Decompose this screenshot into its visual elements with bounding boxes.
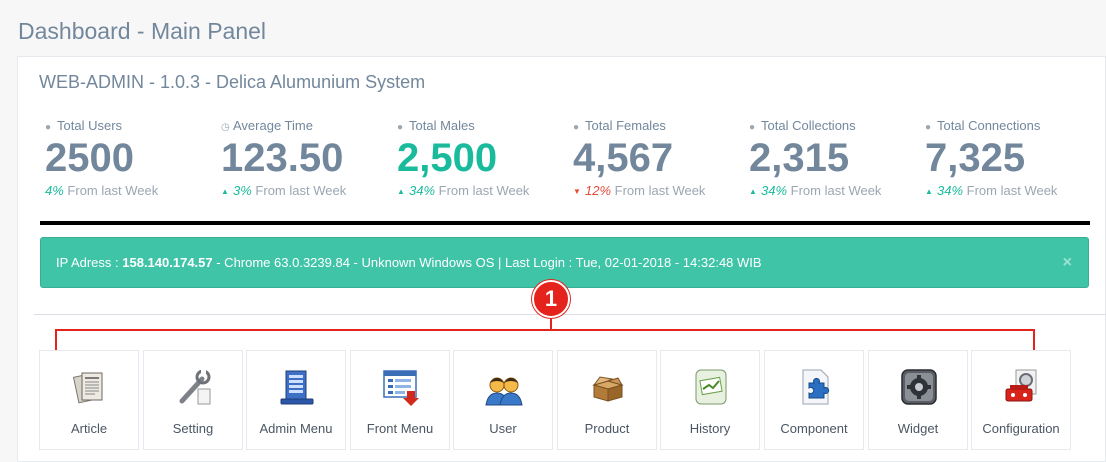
stat-pct: 34%	[409, 183, 436, 198]
clock-icon: ◷	[221, 122, 230, 133]
stat-total-females: ● Total Females 4,567 ▼ 12% From last Week	[573, 118, 749, 198]
stat-average-time: ◷ Average Time 123.50 ▲ 3% From last Week	[221, 118, 397, 198]
stat-label: Total Users	[57, 118, 123, 133]
user-icon: ●	[397, 122, 404, 133]
front-menu-icon	[383, 370, 419, 406]
stat-total-males: ● Total Males 2,500 ▲ 34% From last Week	[397, 118, 573, 198]
shortcut-product[interactable]: Product	[557, 350, 657, 450]
stat-foot-text: From last Week	[255, 183, 347, 198]
stats-row: ● Total Users 2500 4% From last Week ◷ Ave…	[18, 118, 1106, 208]
stat-value: 2,500	[397, 136, 498, 180]
shortcut-user[interactable]: User	[453, 350, 553, 450]
annotation-bracket-right	[1033, 329, 1035, 351]
panel-title: WEB-ADMIN - 1.0.3 - Delica Alumunium Sys…	[39, 72, 426, 92]
page-title: Dashboard - Main Panel	[18, 18, 267, 44]
shortcut-label: Article	[70, 421, 108, 436]
caret-up-icon: ▲	[221, 187, 229, 196]
configuration-icon	[1005, 369, 1037, 402]
stat-label: Total Females	[585, 118, 666, 133]
stat-pct: 34%	[937, 183, 964, 198]
user-icon: ●	[573, 122, 580, 133]
caret-up-icon: ▲	[925, 187, 933, 196]
stat-label: Total Males	[409, 118, 475, 133]
user-icon: ●	[749, 122, 756, 133]
login-info-alert: IP Adress : 158.140.174.57 - Chrome 63.0…	[40, 237, 1089, 288]
shortcut-label: Setting	[172, 421, 214, 436]
component-icon	[802, 369, 830, 405]
caret-up-icon: ▲	[397, 187, 405, 196]
login-details: - Chrome 63.0.3239.84 - Unknown Windows …	[212, 255, 762, 270]
shortcut-label: Widget	[897, 421, 939, 436]
shortcut-widget[interactable]: Widget	[868, 350, 968, 450]
setting-icon	[179, 369, 211, 405]
ip-label: IP Adress :	[56, 255, 123, 270]
admin-menu-icon	[280, 370, 314, 405]
stat-foot-text: From last Week	[438, 183, 530, 198]
stat-foot-text: From last Week	[966, 183, 1058, 198]
stat-label: Total Collections	[761, 118, 856, 133]
shortcut-setting[interactable]: Setting	[143, 350, 243, 450]
product-icon	[592, 376, 624, 402]
stats-divider	[40, 221, 1090, 225]
stat-total-collections: ● Total Collections 2,315 ▲ 34% From last …	[749, 118, 925, 198]
caret-down-icon: ▼	[573, 187, 581, 196]
user-icon: ●	[925, 122, 932, 133]
stat-value: 7,325	[925, 136, 1026, 180]
shortcut-label: Admin Menu	[259, 421, 333, 436]
shortcut-label: Component	[780, 421, 848, 436]
annotation-bracket-top	[55, 329, 1035, 331]
stat-pct: 3%	[233, 183, 252, 198]
shortcut-admin-menu[interactable]: Admin Menu	[246, 350, 346, 450]
stat-value: 123.50	[221, 136, 344, 180]
stat-label: Total Connections	[937, 118, 1041, 133]
stat-foot-text: From last Week	[790, 183, 882, 198]
stat-foot-text: From last Week	[614, 183, 706, 198]
shortcut-label: Front Menu	[366, 421, 434, 436]
shortcut-configuration[interactable]: Configuration	[971, 350, 1071, 450]
user-group-icon	[485, 377, 523, 406]
stat-total-users: ● Total Users 2500 4% From last Week	[45, 118, 221, 198]
section-divider	[34, 314, 1106, 315]
shortcut-front-menu[interactable]: Front Menu	[350, 350, 450, 450]
stat-pct: 4%	[45, 183, 64, 198]
stat-foot-text: From last Week	[67, 183, 159, 198]
stat-value: 2500	[45, 136, 134, 180]
widget-icon	[901, 369, 937, 405]
stat-label: Average Time	[233, 118, 313, 133]
user-icon: ●	[45, 122, 52, 133]
shortcut-label: User	[489, 421, 517, 436]
annotation-marker: 1	[532, 280, 570, 318]
shortcut-component[interactable]: Component	[764, 350, 864, 450]
shortcut-history[interactable]: History	[660, 350, 760, 450]
stat-total-connections: ● Total Connections 7,325 ▲ 34% From last …	[925, 118, 1101, 198]
close-icon[interactable]: ×	[1063, 238, 1072, 287]
shortcut-label: History	[689, 421, 731, 436]
article-icon	[72, 372, 103, 404]
ip-address: 158.140.174.57	[122, 255, 213, 270]
shortcut-label: Configuration	[982, 421, 1060, 436]
stat-value: 2,315	[749, 136, 850, 180]
shortcut-article[interactable]: Article	[39, 350, 139, 450]
annotation-stem	[550, 316, 552, 330]
stat-pct: 34%	[761, 183, 788, 198]
annotation-bracket-left	[55, 329, 57, 351]
caret-up-icon: ▲	[749, 187, 757, 196]
stat-pct: 12%	[585, 183, 612, 198]
shortcut-label: Product	[584, 421, 630, 436]
stat-value: 4,567	[573, 136, 674, 180]
history-icon	[695, 369, 727, 405]
